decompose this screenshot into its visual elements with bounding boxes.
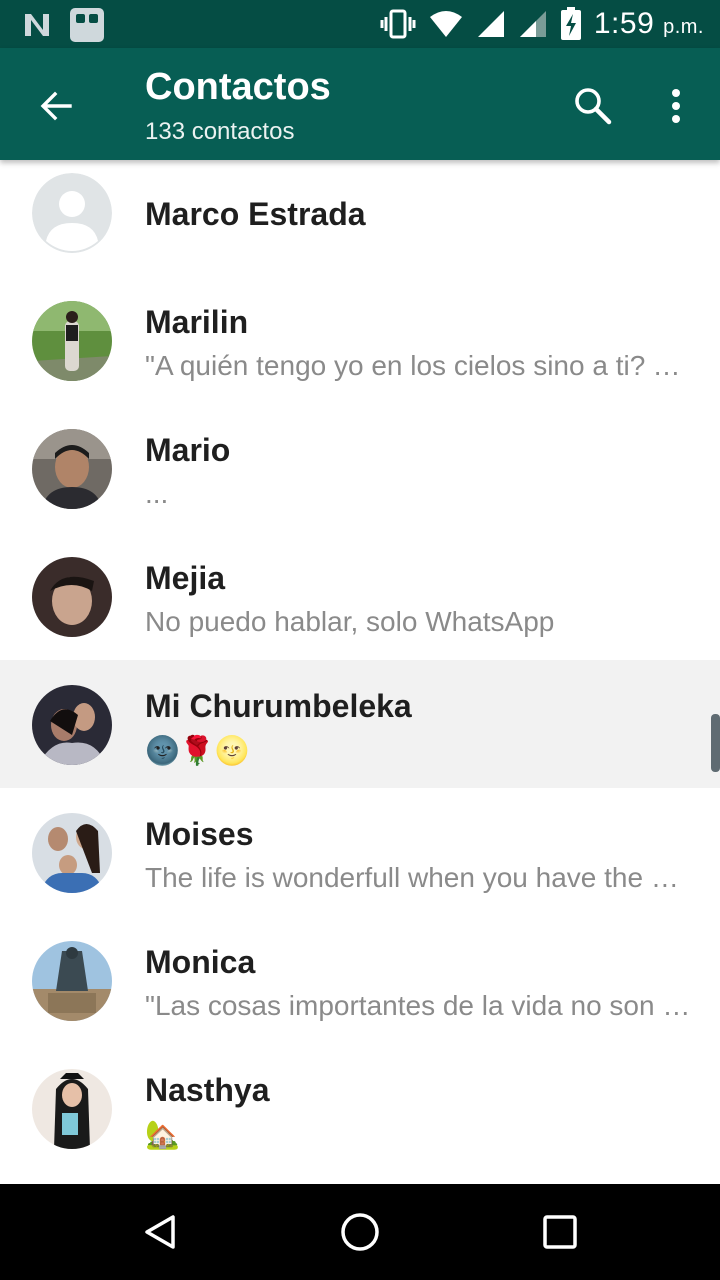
status-bar: 1:59 p.m. [0, 0, 720, 48]
profile-photo [32, 301, 112, 381]
contact-name: Marilin [145, 304, 249, 340]
search-icon [575, 88, 612, 125]
avatar [32, 1069, 112, 1149]
app-bar: Contactos 133 contactos [0, 48, 720, 160]
profile-photo [32, 813, 112, 893]
contact-row[interactable]: Marco Estrada [0, 148, 720, 276]
contact-name: Nasthya [145, 1072, 270, 1108]
contact-status: The life is wonderfull when you have the… [145, 862, 693, 893]
nav-back-button[interactable] [136, 1208, 184, 1256]
contact-name: Marco Estrada [145, 196, 366, 232]
avatar [32, 941, 112, 1021]
contact-row[interactable]: Mario ... [0, 404, 720, 532]
home-circle-icon [341, 1213, 379, 1251]
contact-status: 🌚🌹🌝 [145, 735, 250, 766]
back-arrow-icon [40, 91, 72, 121]
signal-icon-secondary [519, 11, 546, 37]
contact-count: 133 contactos [145, 118, 295, 145]
scrollbar-thumb[interactable] [711, 714, 720, 772]
page-title: Contactos [145, 66, 331, 108]
contact-name: Mejia [145, 560, 226, 596]
back-triangle-icon [145, 1215, 175, 1249]
avatar [32, 301, 112, 381]
contact-name: Monica [145, 944, 256, 980]
avatar [32, 685, 112, 765]
contact-list[interactable]: Marco Estrada Marilin "A quién tengo yo … [0, 148, 720, 1184]
contact-status: ... [145, 478, 169, 509]
contact-name: Mi Churumbeleka [145, 688, 412, 724]
nav-home-button[interactable] [336, 1208, 384, 1256]
contact-row[interactable]: Nasthya 🏡 [0, 1044, 720, 1172]
search-button[interactable] [565, 78, 621, 134]
avatar [32, 173, 112, 253]
n-icon [25, 14, 49, 36]
avatar [32, 813, 112, 893]
default-avatar-icon [32, 173, 112, 253]
contact-row[interactable]: Mi Churumbeleka 🌚🌹🌝 [0, 660, 720, 788]
app-notification-icon [70, 8, 104, 42]
nav-recents-button[interactable] [536, 1208, 584, 1256]
contact-row[interactable]: Mejia No puedo hablar, solo WhatsApp [0, 532, 720, 660]
vibrate-icon [380, 9, 416, 39]
profile-photo [32, 429, 112, 509]
navigation-bar [0, 1184, 720, 1280]
profile-photo [32, 1069, 112, 1149]
profile-photo [32, 557, 112, 637]
avatar [32, 557, 112, 637]
contact-row[interactable]: Monica "Las cosas importantes de la vida… [0, 916, 720, 1044]
signal-icon [477, 11, 504, 37]
avatar [32, 429, 112, 509]
profile-photo [32, 941, 112, 1021]
contact-status: 🏡 [145, 1119, 180, 1150]
contact-name: Mario [145, 432, 231, 468]
contact-status: No puedo hablar, solo WhatsApp [145, 606, 555, 637]
status-time: 1:59 p.m. [593, 7, 704, 40]
contact-name: Moises [145, 816, 254, 852]
wifi-icon [429, 11, 462, 37]
profile-photo [32, 685, 112, 765]
battery-charging-icon [560, 7, 581, 40]
contact-status: "Las cosas importantes de la vida no son… [145, 990, 693, 1021]
contact-row[interactable]: Moises The life is wonderfull when you h… [0, 788, 720, 916]
contact-status: "A quién tengo yo en los cielos sino a t… [145, 350, 693, 381]
more-vert-icon [672, 89, 680, 123]
more-options-button[interactable] [650, 78, 702, 134]
back-button[interactable] [28, 78, 84, 134]
contact-row[interactable]: Marilin "A quién tengo yo en los cielos … [0, 276, 720, 404]
recents-square-icon [543, 1215, 577, 1249]
